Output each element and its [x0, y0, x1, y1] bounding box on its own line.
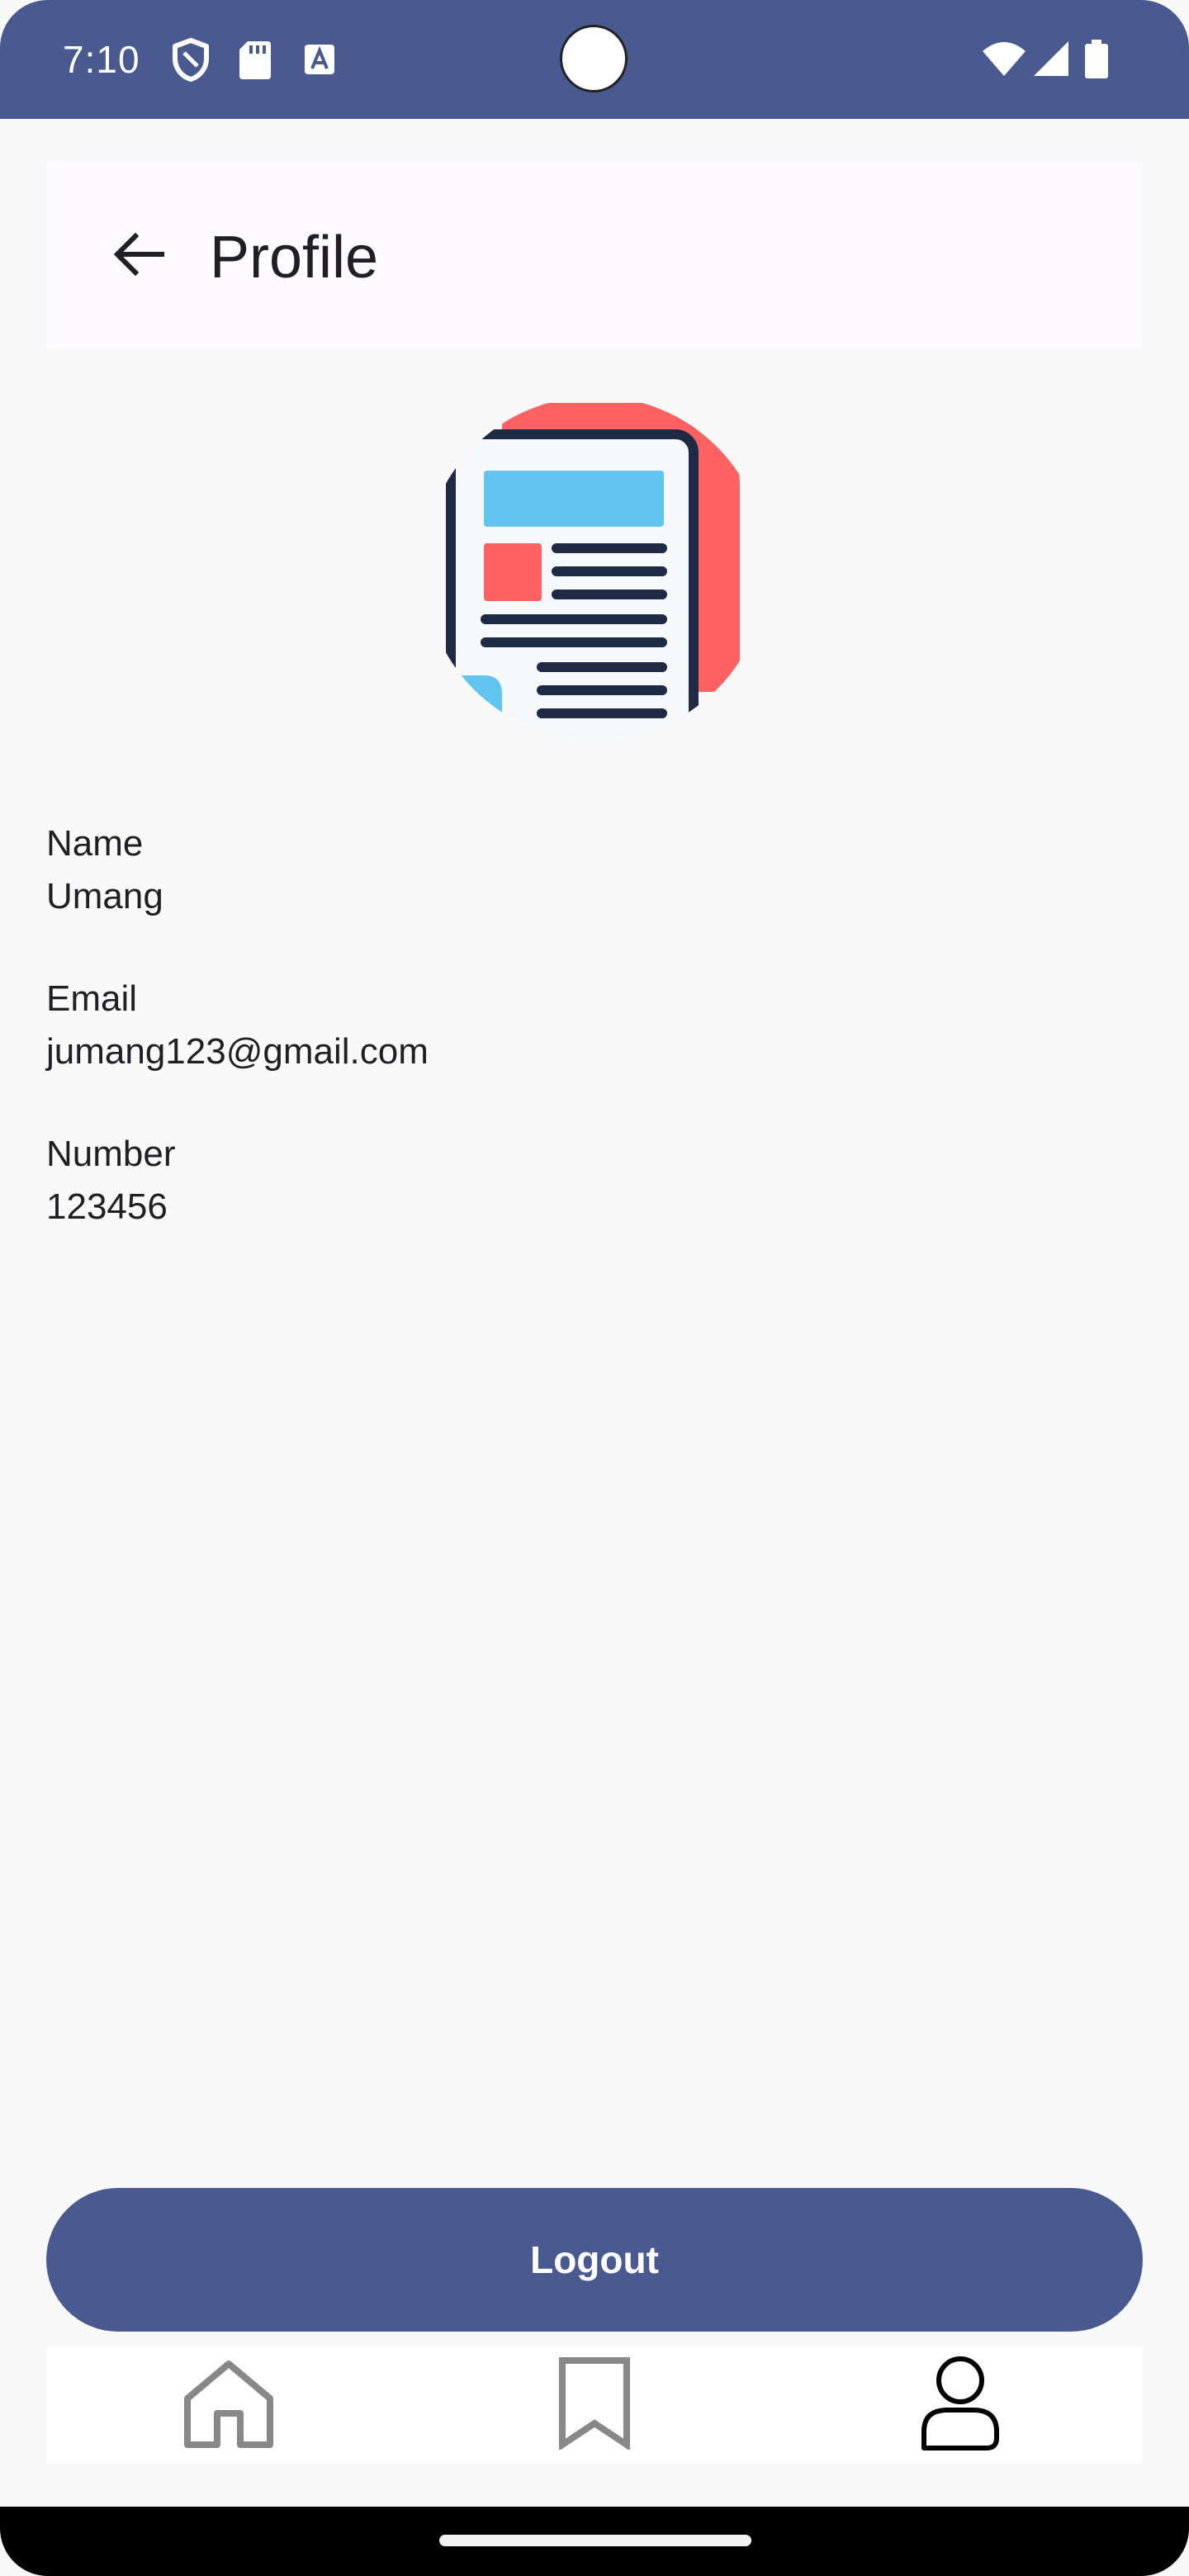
page-title: Profile	[210, 225, 379, 291]
signal-icon	[1030, 36, 1072, 83]
nav-profile[interactable]	[777, 2346, 1143, 2464]
bottom-navigation	[46, 2346, 1143, 2464]
device-screen: 7:10 Profile Name Umang Email jumang123@…	[0, 0, 1189, 2576]
logout-button[interactable]: Logout	[46, 2188, 1143, 2332]
number-label: Number	[46, 1134, 176, 1174]
name-value: Umang	[46, 876, 163, 916]
nav-bookmarks[interactable]	[412, 2346, 778, 2464]
back-button[interactable]	[89, 206, 188, 305]
bookmark-icon	[557, 2356, 632, 2454]
number-value: 123456	[46, 1186, 168, 1227]
person-icon	[919, 2356, 1002, 2455]
email-value: jumang123@gmail.com	[46, 1031, 429, 1072]
top-app-bar: Profile	[46, 163, 1143, 348]
home-icon	[182, 2357, 275, 2454]
shield-icon	[170, 36, 211, 83]
status-bar: 7:10	[0, 0, 1189, 119]
name-field: Name Umang	[46, 817, 163, 923]
name-label: Name	[46, 823, 144, 864]
sd-card-icon	[234, 36, 276, 83]
wifi-icon	[981, 36, 1027, 83]
logout-label: Logout	[530, 2238, 659, 2281]
email-label: Email	[46, 978, 138, 1019]
system-navigation-bar	[0, 2507, 1189, 2576]
number-field: Number 123456	[46, 1128, 176, 1234]
nav-home[interactable]	[46, 2346, 412, 2464]
newspaper-icon	[426, 403, 765, 745]
email-field: Email jumang123@gmail.com	[46, 973, 429, 1078]
front-camera	[560, 25, 628, 92]
status-time: 7:10	[63, 38, 140, 81]
gesture-home-handle[interactable]	[439, 2535, 751, 2546]
arrow-left-icon	[112, 231, 165, 282]
profile-avatar	[426, 395, 765, 741]
battery-icon	[1080, 36, 1113, 83]
a-box-icon	[299, 36, 340, 83]
